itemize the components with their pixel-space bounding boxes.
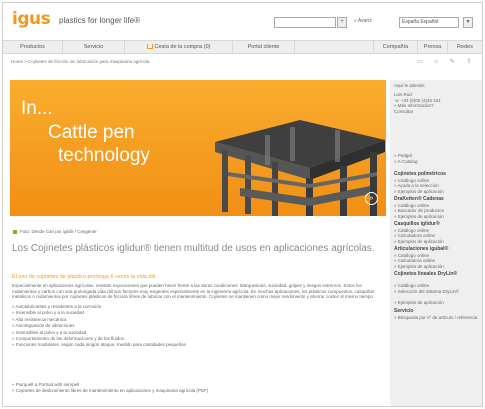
page-frame: igus plastics for longer life® + » Avanz…	[2, 2, 483, 407]
feature-list: » Autolubricantes y resistentes a la cor…	[12, 304, 384, 349]
sidebar-link[interactable]: » Búsqueda por nº de artículo / referenc…	[394, 315, 480, 321]
nav-compania[interactable]: Compañía	[373, 41, 418, 53]
header: igus plastics for longer life® + » Avanz…	[3, 3, 482, 37]
sidebar-link[interactable]: » Ejemplos de aplicación	[394, 300, 480, 306]
contact-consult[interactable]: Consultar	[394, 109, 480, 115]
chevron-down-icon[interactable]: ▾	[463, 17, 473, 28]
search-button[interactable]: +	[337, 17, 347, 28]
hero-banner[interactable]: In... Cattle pen technology »	[10, 80, 386, 216]
photo-caption: Foto: Desde Can por iglidir / Ceygente	[13, 229, 97, 234]
nav-cart-label: Cesta de la compra (0)	[154, 44, 211, 50]
sidebar-link[interactable]: » A-Catalog	[394, 159, 480, 165]
next-arrow-icon[interactable]: »	[365, 192, 378, 205]
nav-portal-cliente[interactable]: Portal cliente	[233, 41, 295, 53]
body-paragraph: Especialmente en aplicaciones agrícolas,…	[12, 283, 375, 299]
main-nav: Productos Servicio Cesta de la compra (0…	[3, 40, 482, 54]
igus-logo[interactable]: igus	[12, 9, 51, 29]
hero-title-line1: In...	[21, 98, 53, 119]
photo-caption-text: Foto: Desde Can por iglidir / Ceygente	[20, 229, 97, 234]
breadcrumb[interactable]: Home » Cojinetes de fricción sin lubrica…	[11, 59, 149, 64]
related-link[interactable]: » Cojinetes de deslizamiento libres de m…	[12, 388, 208, 394]
nav-productos[interactable]: Productos	[3, 41, 63, 53]
hero-title-line2: Cattle pen	[48, 122, 135, 143]
hero-title-line3: technology	[58, 145, 150, 166]
nav-redes[interactable]: Redes	[448, 41, 482, 53]
green-square-icon	[13, 229, 17, 234]
list-item: » Funciones modulares, según cada ningún…	[12, 342, 186, 348]
search-input[interactable]	[274, 17, 336, 28]
nav-servicio[interactable]: Servicio	[63, 41, 125, 53]
sidebar: Aquí le atiende: Luis Ruiz ☏ +34 (0)00 (…	[390, 80, 482, 406]
nav-cart[interactable]: Cesta de la compra (0)	[125, 41, 233, 53]
contact-title: Aquí le atiende:	[394, 83, 426, 88]
page-title: Los Cojinetes plásticos iglidur® tienen …	[12, 243, 375, 254]
page-tools-icons[interactable]: ▭ ⌂ ✎ ⇧	[417, 58, 476, 65]
sidebar-link[interactable]: » Selección del sistema DryLin®	[394, 289, 480, 295]
sidebar-link[interactable]: » Ejemplos de aplicación	[394, 189, 480, 195]
section-subheading: El uso de cojinetes de plástico prolonga…	[12, 274, 156, 280]
cart-icon	[146, 44, 153, 50]
sidebar-section-title: Cojinetes lineales DryLin®	[394, 271, 458, 277]
related-links: » Piorquelt a Portrait with senrpell » C…	[12, 382, 208, 395]
language-select[interactable]: España Español	[399, 17, 459, 28]
sidebar-link[interactable]: » Ejemplos de aplicación	[394, 214, 480, 220]
advanced-search-link[interactable]: » Avanz	[354, 18, 372, 24]
sidebar-link[interactable]: » Ejemplos de aplicación	[394, 239, 480, 245]
sidebar-link[interactable]: » Ejemplos de aplicación	[394, 264, 480, 270]
tagline: plastics for longer life®	[59, 16, 141, 25]
nav-prensa[interactable]: Prensa	[418, 41, 448, 53]
